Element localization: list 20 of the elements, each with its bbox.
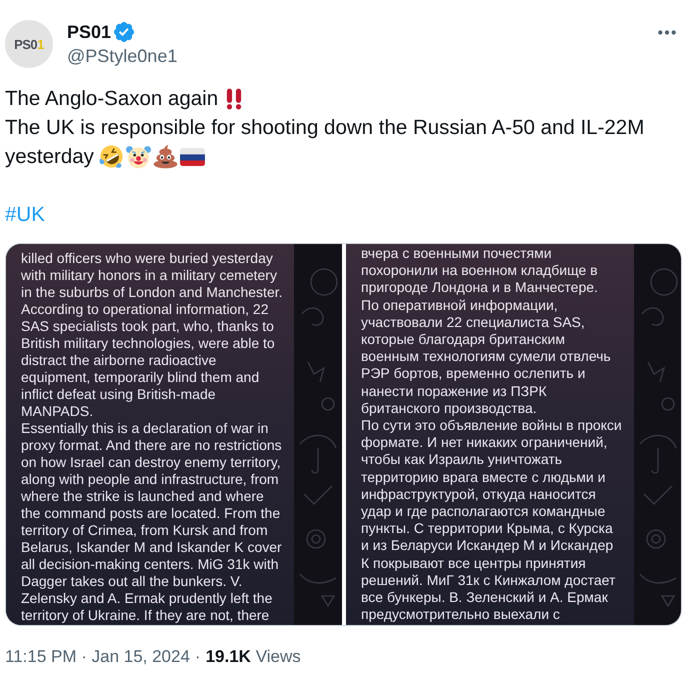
author-name[interactable]: PS01	[67, 20, 112, 44]
rolling-laughing-face-icon	[98, 144, 124, 169]
russia-flag-icon	[180, 148, 205, 166]
view-count: 19.1K Views	[206, 646, 301, 668]
poop-icon	[152, 144, 178, 169]
message-text: Essentially this is a declaration of war in proxy format. And there are no restrictions on how Israel can destroy enemy territory, along with people and infrastructure, from where the strike is launched and where the command posts are located. From the territory of Crimea, from Kursk and from Belarus, Iskander M and Iskander K cover all decision-making centers. MiG 31k with Dagger takes out all the bunkers. V. Zelensky and A. Ermak prudently left the territory of Ukraine. If they are not, there	[21, 420, 283, 624]
message-text: По сути это объявление войны в прокси формате. И нет никаких ограничений, чтобы как Израиль уничтожать территорию врага вместе с людьми и инфраструктурой, откуда наносится удар и где располагаются командные пункты. С территории Крыма, с Курска и из Беларуси Искандер М и Искандер К покрывают все центры принятия решений. МиГ 31к с Кинжалом достает все бункеры. В. Зеленский и А. Ермак предусмотрительно выехали с	[361, 417, 623, 624]
tweet-text: The Anglo-Saxon again	[5, 86, 218, 112]
timestamp-link[interactable]: 11:15 PM · Jan 15, 2024	[5, 645, 190, 669]
logo-text: PS01	[14, 38, 44, 50]
avatar-logo[interactable]: PS01	[5, 20, 53, 68]
separator-dot: ·	[194, 646, 201, 668]
message-text: вчера с военными почестями похоронили на военном кладбище в пригороде Лондона и в Манчестере. По оперативной информации, участвовали 22 специалиста SAS, которые благодаря британским военным технологиям сумели отвлечь РЭР бортов, временно ослепить и нанести поражение из ПЗРК британского производства.	[361, 245, 612, 418]
tweet-text: The UK is responsible for shooting down the Russian A-50 and IL-22M	[5, 115, 644, 141]
double-exclamation-icon	[226, 88, 242, 110]
tweet-text: yesterday	[5, 144, 94, 170]
clown-face-icon	[126, 144, 151, 169]
author-handle[interactable]: @PStyle0ne1	[67, 44, 178, 68]
message-text: killed officers who were buried yesterday with military honors in a military cemetery in the suburbs of London and Manchester. According to operational information, 22 SAS specialists took part, who, thanks to British military technologies, were able to distract the airborne radioactive equipment, temporarily blind them and inflict defeat using British-made MANPADS.	[21, 250, 284, 420]
more-icon	[658, 30, 676, 34]
